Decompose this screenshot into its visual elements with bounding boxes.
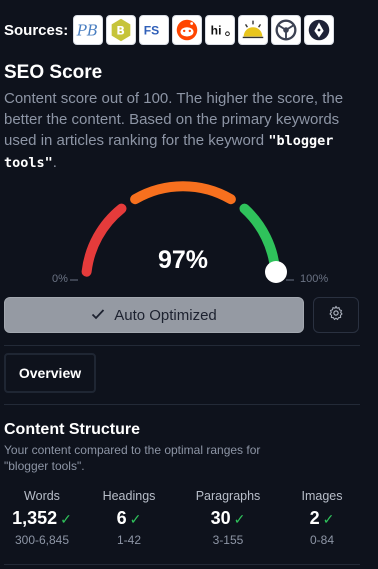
fs-logo-icon[interactable]: FS xyxy=(139,15,170,45)
gear-icon xyxy=(328,305,344,326)
stat-range: 1-42 xyxy=(116,533,142,547)
hi-logo-icon[interactable]: hi xyxy=(205,15,236,45)
divider xyxy=(4,404,360,405)
stat-value: 6 ✓ xyxy=(116,508,142,528)
sources-row: Sources: PB B FS hi xyxy=(4,14,337,46)
reddit-icon[interactable] xyxy=(172,15,203,45)
steering-logo-icon[interactable] xyxy=(271,15,302,45)
stat-label: Headings xyxy=(102,489,156,503)
stat-words: Words 1,352 ✓ 300-6,845 xyxy=(0,489,84,547)
pb-logo-icon[interactable]: PB xyxy=(73,15,104,45)
content-stats: Words 1,352 ✓ 300-6,845 Headings 6 ✓ 1-42 … xyxy=(0,489,378,549)
settings-button[interactable] xyxy=(313,297,359,333)
seo-score-title: SEO Score xyxy=(4,62,103,83)
check-icon: ✓ xyxy=(233,511,246,527)
seo-description-period: . xyxy=(52,154,57,171)
sunrise-logo-icon[interactable] xyxy=(238,15,269,45)
content-structure-title: Content Structure xyxy=(4,421,140,438)
divider xyxy=(4,564,360,565)
divider xyxy=(4,345,360,346)
stat-label: Images xyxy=(301,489,343,503)
stat-images: Images 2 ✓ 0-84 xyxy=(280,489,364,547)
stat-label: Words xyxy=(24,489,60,503)
stat-range: 3-155 xyxy=(212,533,244,547)
stat-label: Paragraphs xyxy=(195,489,261,503)
seo-score-description: Content score out of 100. The higher the… xyxy=(4,88,369,174)
stat-value: 1,352 ✓ xyxy=(12,508,72,528)
svg-text:FS: FS xyxy=(144,24,160,38)
gauge-arc-mid xyxy=(130,181,236,205)
bitcoin-style-icon[interactable]: B xyxy=(106,15,137,45)
sources-label: Sources: xyxy=(4,21,69,39)
svg-text:B: B xyxy=(117,25,126,38)
gauge-arc-high xyxy=(239,203,281,277)
stat-range: 0-84 xyxy=(309,533,335,547)
check-icon xyxy=(91,307,105,324)
stat-paragraphs: Paragraphs 30 ✓ 3-155 xyxy=(186,489,270,547)
gauge-arc-low xyxy=(81,203,127,277)
auto-optimized-button[interactable]: Auto Optimized xyxy=(4,297,304,333)
content-structure-description: Your content compared to the optimal ran… xyxy=(4,443,261,473)
check-icon: ✓ xyxy=(60,511,72,527)
tab-overview[interactable]: Overview xyxy=(4,353,96,393)
gauge-max-label: 100% xyxy=(300,273,329,285)
stat-value: 2 ✓ xyxy=(309,508,335,528)
seo-score-value: 97% xyxy=(157,246,209,274)
gauge-min-label: 0% xyxy=(52,273,68,285)
gauge-knob xyxy=(265,261,287,283)
seo-panel: Sources: PB B FS hi SEO Score Content sc… xyxy=(0,0,378,569)
check-icon: ✓ xyxy=(129,511,142,527)
svg-text:PB: PB xyxy=(76,22,98,40)
stat-value: 30 ✓ xyxy=(210,508,246,528)
stat-range: 300-6,845 xyxy=(14,533,70,547)
svg-text:hi: hi xyxy=(211,24,222,38)
stat-headings: Headings 6 ✓ 1-42 xyxy=(87,489,171,547)
auto-optimized-label: Auto Optimized xyxy=(114,306,217,324)
pen-nib-icon[interactable] xyxy=(304,15,335,45)
check-icon: ✓ xyxy=(322,511,335,527)
